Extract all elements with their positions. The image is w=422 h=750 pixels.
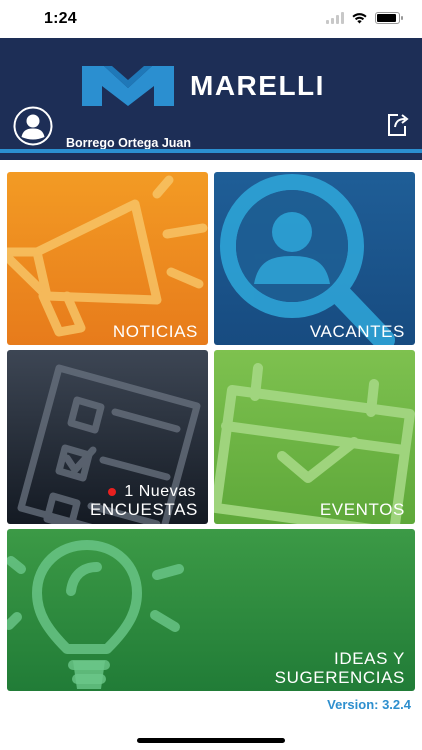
marelli-logo-icon bbox=[82, 66, 174, 106]
lightbulb-icon bbox=[7, 540, 184, 689]
user-name: Borrego Ortega Juan bbox=[66, 136, 192, 150]
wifi-icon bbox=[352, 13, 367, 24]
new-surveys-badge: 1 Nuevas bbox=[108, 483, 196, 501]
brand-logo: MARELLI bbox=[82, 66, 325, 106]
app-screen: 1:24 MARELLI Borrego Ortega Juan NOTICIA… bbox=[0, 0, 422, 750]
calendar-check-icon bbox=[214, 363, 415, 524]
signal-icon bbox=[326, 12, 344, 24]
tile-vacantes-label: VACANTES bbox=[309, 322, 405, 341]
tile-encuestas-label: ENCUESTAS bbox=[89, 500, 198, 519]
tile-eventos-label: EVENTOS bbox=[319, 500, 405, 519]
home-indicator[interactable] bbox=[137, 738, 285, 743]
status-icons bbox=[326, 12, 403, 24]
tile-noticias[interactable]: NOTICIAS bbox=[7, 172, 208, 345]
tile-noticias-label: NOTICIAS bbox=[112, 322, 198, 341]
header-accent-line bbox=[0, 149, 422, 153]
new-surveys-count: 1 Nuevas bbox=[124, 483, 196, 500]
megaphone-icon bbox=[7, 175, 208, 337]
app-header: MARELLI Borrego Ortega Juan bbox=[0, 38, 422, 160]
logout-icon[interactable] bbox=[386, 108, 410, 138]
status-time: 1:24 bbox=[44, 10, 77, 27]
tile-ideas-label-line1: IDEAS Y bbox=[334, 649, 405, 668]
tile-ideas-sugerencias[interactable]: IDEAS Y SUGERENCIAS bbox=[7, 529, 415, 691]
status-bar: 1:24 bbox=[0, 0, 422, 38]
tile-ideas-label-line2: SUGERENCIAS bbox=[274, 668, 405, 687]
tile-encuestas[interactable]: 1 Nuevas ENCUESTAS bbox=[7, 350, 208, 524]
app-version: Version: 3.2.4 bbox=[327, 697, 411, 712]
tile-vacantes[interactable]: VACANTES bbox=[214, 172, 415, 345]
tile-eventos[interactable]: EVENTOS bbox=[214, 350, 415, 524]
brand-name: MARELLI bbox=[190, 70, 325, 101]
search-person-icon bbox=[220, 174, 395, 345]
tile-ideas-label: IDEAS Y SUGERENCIAS bbox=[275, 649, 405, 687]
notification-dot-icon bbox=[108, 488, 117, 496]
battery-icon bbox=[375, 12, 403, 24]
user-avatar-icon[interactable] bbox=[13, 106, 53, 146]
